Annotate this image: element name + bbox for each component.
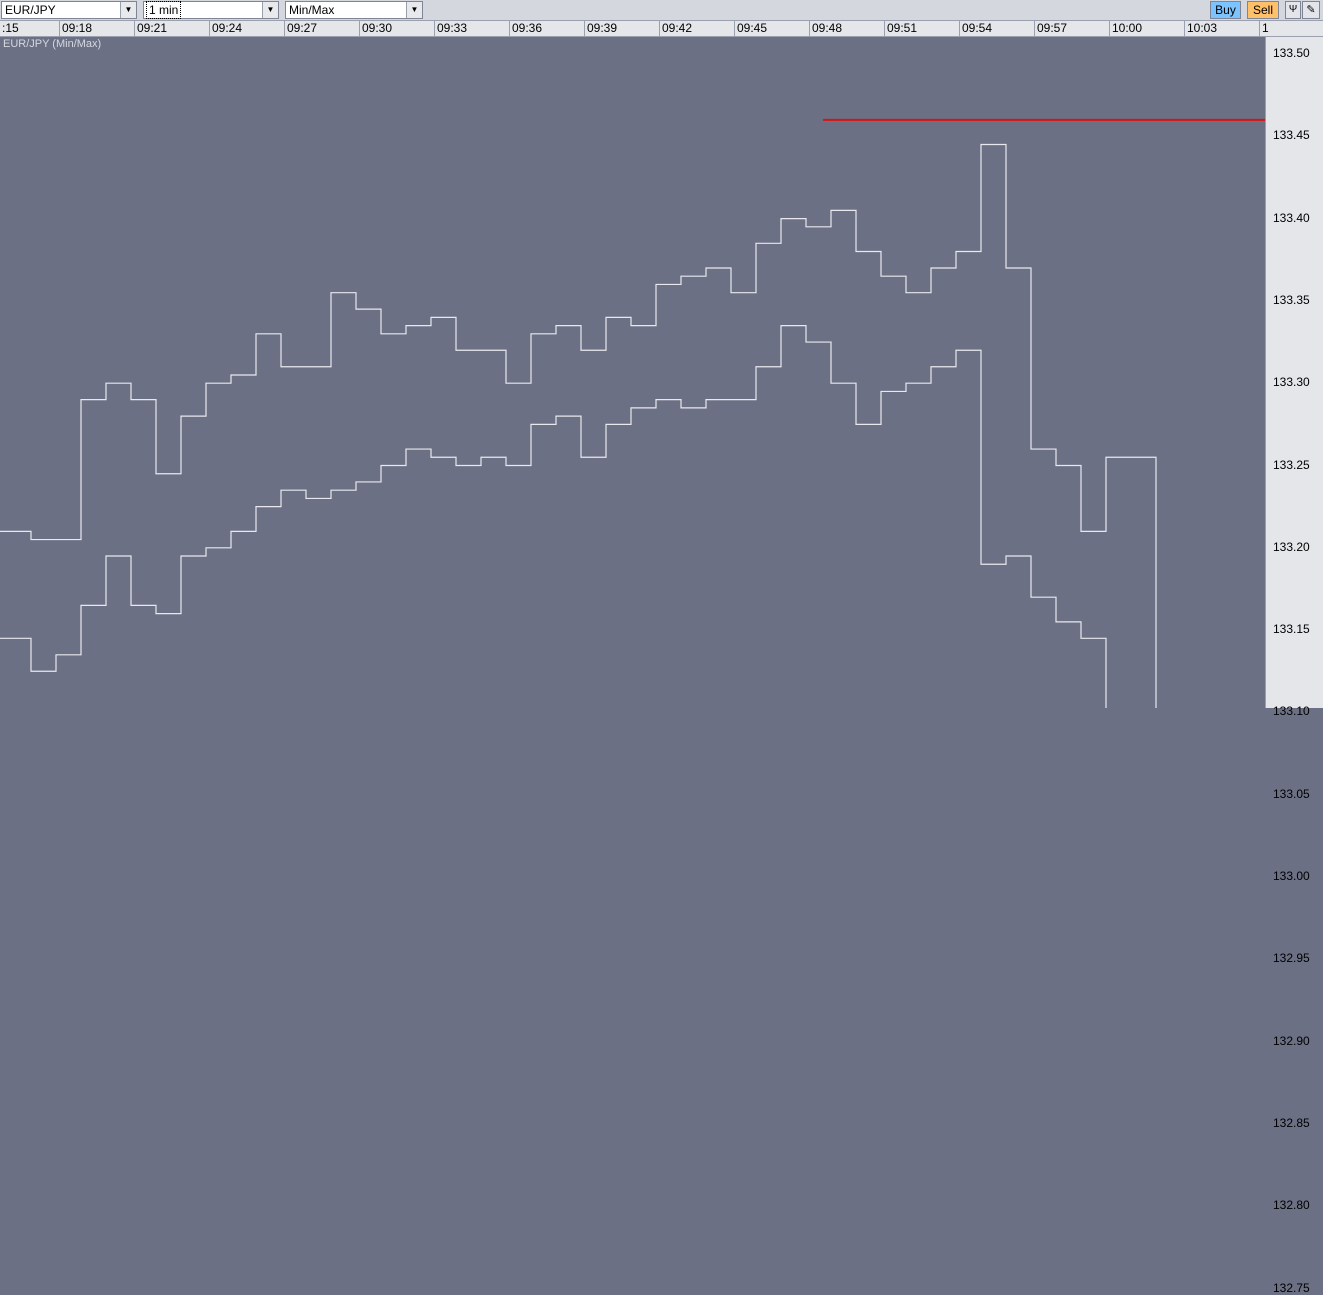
price-tick-label: 133.05 bbox=[1273, 786, 1310, 801]
price-tick-label: 132.75 bbox=[1273, 1280, 1310, 1295]
price-chart[interactable]: 132.94132.92 bbox=[0, 0, 1323, 708]
max-step-line bbox=[0, 143, 1157, 708]
price-tick-label: 132.90 bbox=[1273, 1033, 1310, 1048]
price-tick-label: 133.00 bbox=[1273, 869, 1310, 883]
min-step-line bbox=[0, 324, 1107, 708]
price-tick-label: 132.95 bbox=[1273, 951, 1310, 966]
price-tick-label: 132.80 bbox=[1273, 1198, 1310, 1213]
price-tick-label: 132.85 bbox=[1273, 1115, 1310, 1130]
